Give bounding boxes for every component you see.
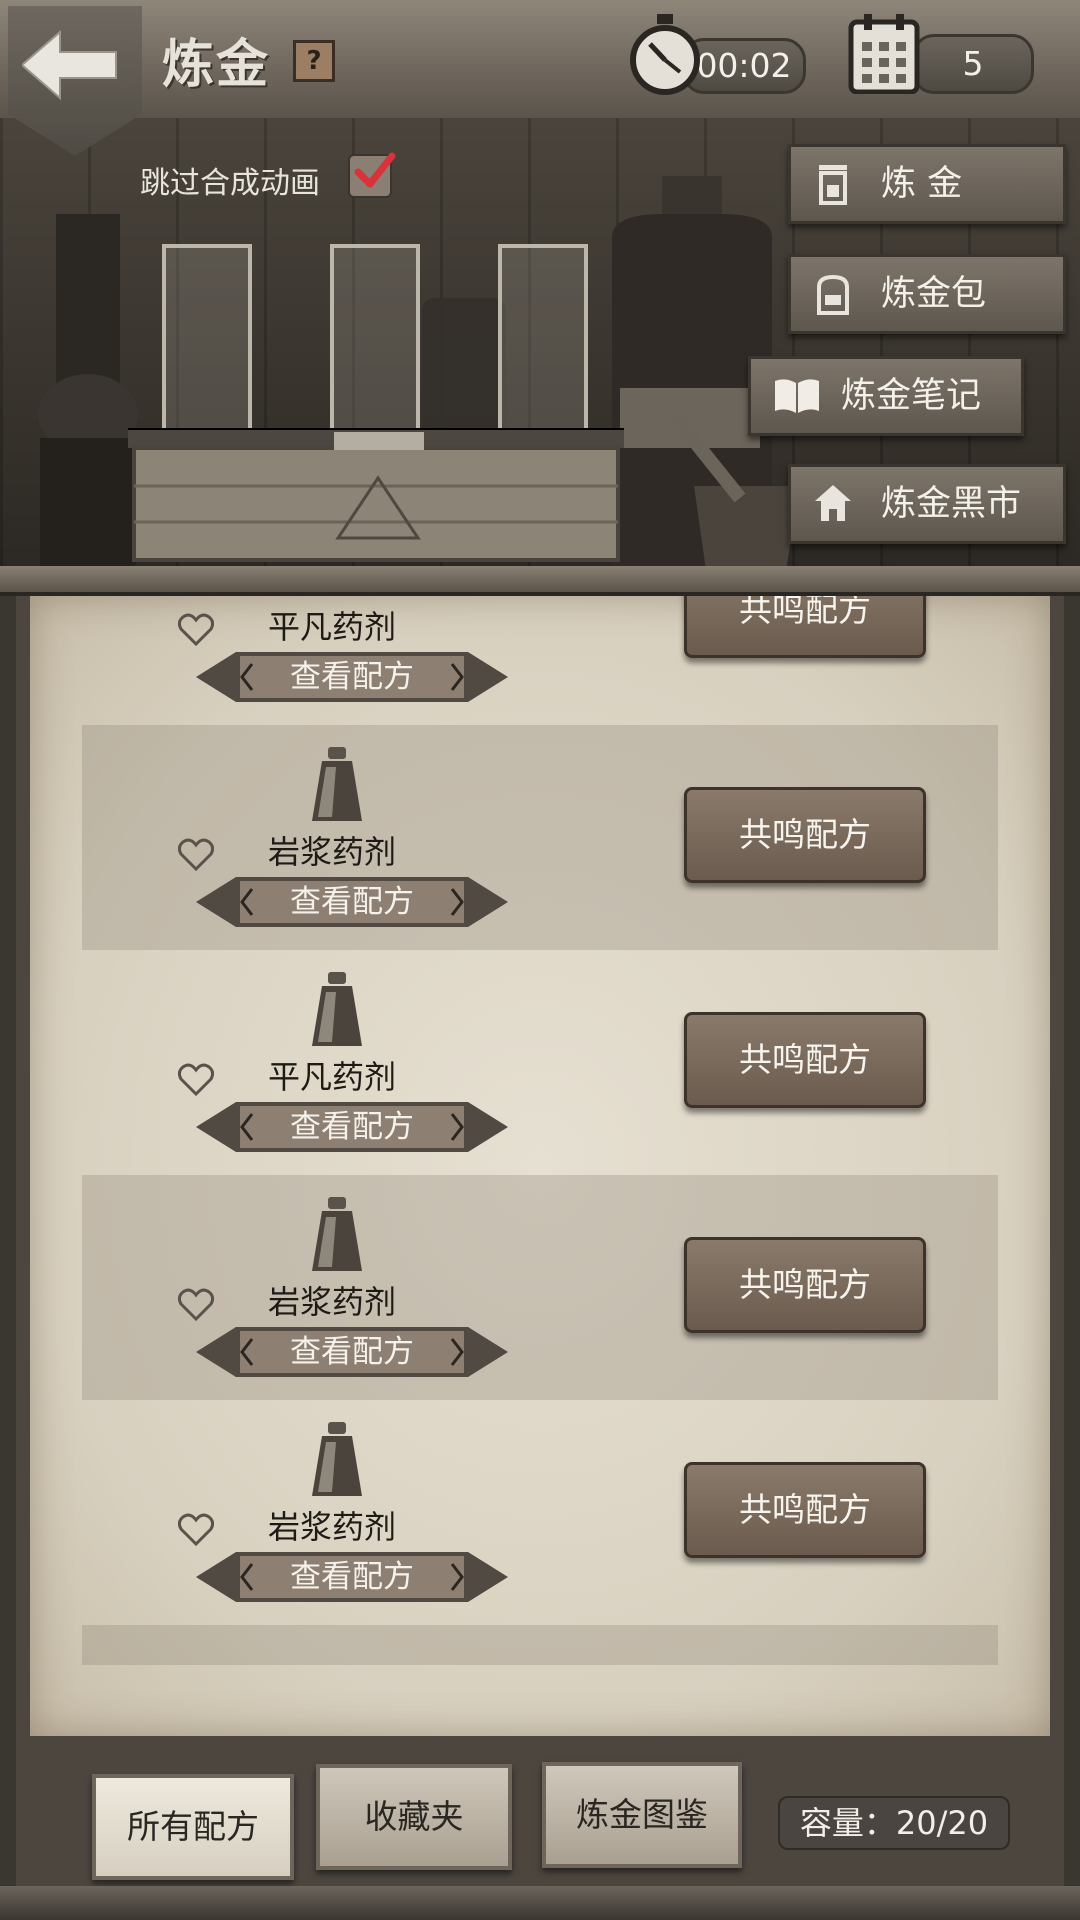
favorite-heart-icon[interactable]: [178, 612, 214, 646]
capacity-display: 容量：20/20: [778, 1796, 1010, 1850]
recipe-row-partial: [82, 1625, 998, 1665]
view-recipe-label: 查看配方: [290, 884, 414, 920]
potion-bottle-icon: [308, 596, 366, 600]
view-recipe-label: 查看配方: [290, 659, 414, 695]
recipe-list: 平凡药剂 查看配方 共鸣配方 岩浆药剂 查看配方 共鸣配方 平凡药剂 查看配方: [82, 596, 998, 1665]
book-icon: [775, 379, 819, 413]
favorite-heart-icon[interactable]: [178, 1062, 214, 1096]
favorite-heart-icon[interactable]: [178, 1287, 214, 1321]
favorite-heart-icon[interactable]: [178, 837, 214, 871]
backpack-icon: [817, 274, 849, 315]
view-recipe-button[interactable]: 查看配方: [196, 1325, 508, 1379]
resonate-recipe-button[interactable]: 共鸣配方: [684, 1237, 926, 1333]
resonate-recipe-button[interactable]: 共鸣配方: [684, 596, 926, 658]
alchemy-menu-label: 炼 金: [881, 164, 963, 204]
alchemy-black-market-button[interactable]: 炼金黑市: [788, 464, 1066, 544]
calendar-icon: [848, 14, 920, 94]
alchemy-notes-button[interactable]: 炼金笔记: [748, 356, 1024, 436]
alchemy-black-market-label: 炼金黑市: [881, 484, 1022, 524]
house-icon: [815, 485, 851, 521]
recipe-row: 岩浆药剂 查看配方 共鸣配方: [82, 1400, 998, 1625]
day-counter: 5: [912, 34, 1034, 94]
tab-all-recipes[interactable]: 所有配方: [92, 1774, 294, 1880]
recipe-name: 岩浆药剂: [267, 1283, 396, 1321]
recipe-name: 岩浆药剂: [267, 1508, 396, 1546]
view-recipe-label: 查看配方: [290, 1334, 414, 1370]
cauldron-icon: [819, 165, 847, 205]
alchemy-bag-label: 炼金包: [881, 274, 987, 314]
alchemy-menu-button[interactable]: 炼 金: [788, 144, 1066, 224]
recipe-name: 平凡药剂: [267, 1058, 396, 1096]
recipe-name: 平凡药剂: [267, 608, 396, 646]
recipe-row: 岩浆药剂 查看配方 共鸣配方: [82, 1175, 998, 1400]
alchemy-bag-button[interactable]: 炼金包: [788, 254, 1066, 334]
resonate-recipe-button[interactable]: 共鸣配方: [684, 1462, 926, 1558]
view-recipe-label: 查看配方: [290, 1559, 414, 1595]
recipe-row: 岩浆药剂 查看配方 共鸣配方: [82, 725, 998, 950]
skip-animation-label: 跳过合成动画: [140, 166, 320, 201]
bottom-frame: [0, 1886, 1080, 1920]
favorite-heart-icon[interactable]: [178, 1512, 214, 1546]
page-title: 炼金: [162, 35, 271, 95]
view-recipe-button[interactable]: 查看配方: [196, 875, 508, 929]
back-arrow-icon: [22, 30, 117, 100]
help-button[interactable]: ?: [293, 40, 335, 82]
potion-bottle-icon: [312, 1197, 362, 1271]
view-recipe-label: 查看配方: [290, 1109, 414, 1145]
view-recipe-button[interactable]: 查看配方: [196, 1550, 508, 1604]
resonate-recipe-button[interactable]: 共鸣配方: [684, 1012, 926, 1108]
potion-bottle-icon: [312, 972, 362, 1046]
checkmark-icon: [354, 152, 396, 188]
recipe-name: 岩浆药剂: [267, 833, 396, 871]
view-recipe-button[interactable]: 查看配方: [196, 1100, 508, 1154]
recipe-row: 平凡药剂 查看配方 共鸣配方: [82, 596, 998, 725]
view-recipe-button[interactable]: 查看配方: [196, 650, 508, 704]
recipe-row: 平凡药剂 查看配方 共鸣配方: [82, 950, 998, 1175]
tab-alchemy-codex[interactable]: 炼金图鉴: [542, 1762, 742, 1868]
alchemy-notes-label: 炼金笔记: [841, 376, 982, 416]
tab-favorites[interactable]: 收藏夹: [316, 1764, 512, 1870]
stopwatch-icon: [630, 14, 700, 95]
shelf-board: [0, 566, 1080, 596]
resonate-recipe-button[interactable]: 共鸣配方: [684, 787, 926, 883]
potion-bottle-icon: [312, 747, 362, 821]
recipe-scroll-list[interactable]: 平凡药剂 查看配方 共鸣配方 岩浆药剂 查看配方 共鸣配方 平凡药剂 查看配方: [30, 596, 1050, 1736]
potion-bottle-icon: [312, 1422, 362, 1496]
